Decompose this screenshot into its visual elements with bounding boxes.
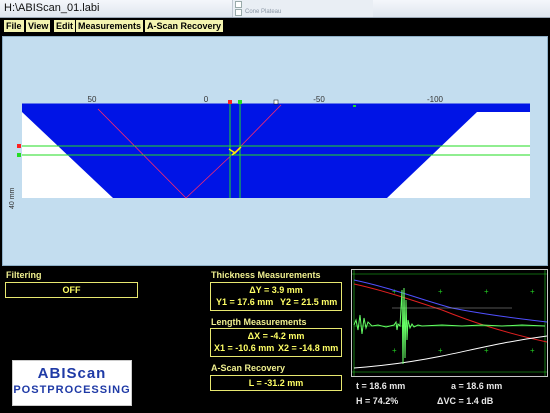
menu-file[interactable]: File (4, 20, 24, 32)
filtering-box[interactable]: OFF (5, 282, 138, 298)
dvc-value: ΔVC = 1.4 dB (437, 396, 494, 406)
background-window[interactable]: Cone Plateau (232, 0, 373, 17)
y1-value: Y1 = 17.6 mm (216, 297, 274, 307)
probe-marker-icon[interactable] (273, 99, 279, 105)
svg-text:+: + (530, 287, 535, 296)
x-tick-label: -50 (313, 95, 325, 104)
a-value: a = 18.6 mm (451, 381, 503, 391)
menu-ascan-recovery[interactable]: A-Scan Recovery (145, 20, 224, 32)
ascan-canvas[interactable]: + + + + + + + + (352, 270, 548, 376)
x1-value: X1 = -10.6 mm (214, 343, 275, 353)
x2-value: X2 = -14.8 mm (278, 343, 339, 353)
y2-value: Y2 = 21.5 mm (280, 297, 338, 307)
depth-label: 40 mm (9, 187, 16, 209)
y1-marker-icon[interactable] (17, 144, 21, 148)
menu-bar: File View Edit Measurements A-Scan Recov… (0, 18, 550, 35)
grid-crosses: + + + + + + + + (392, 287, 535, 355)
x-tick-label: -100 (427, 95, 444, 104)
background-row: Cone Plateau (245, 9, 282, 15)
thickness-title: Thickness Measurements (211, 270, 321, 280)
delta-y-value: ΔY = 3.9 mm (249, 285, 303, 295)
white-curve (353, 335, 548, 369)
abiscan-logo: ABIScan POSTPROCESSING (12, 360, 132, 406)
t-value: t = 18.6 mm (356, 381, 406, 391)
menu-edit[interactable]: Edit (54, 20, 75, 32)
length-box: ΔX = -4.2 mm X1 = -10.6 mm X2 = -14.8 mm (210, 328, 342, 357)
ascan-recovery-value: L = -31.2 mm (248, 378, 304, 388)
x-tick-label: 0 (204, 95, 209, 104)
bscan-canvas[interactable]: 50 0 -50 -100 40 mm (3, 37, 547, 265)
svg-text:+: + (484, 287, 489, 296)
x1-marker-icon[interactable] (228, 100, 232, 104)
menu-measurements[interactable]: Measurements (76, 20, 144, 32)
red-curve (353, 283, 548, 343)
ascan-recovery-title: A-Scan Recovery (211, 363, 286, 373)
h-value: H = 74.2% (356, 396, 399, 406)
logo-subtitle: POSTPROCESSING (13, 384, 131, 396)
svg-text:+: + (392, 346, 397, 355)
delta-x-value: ΔX = -4.2 mm (247, 331, 305, 341)
thickness-box: ΔY = 3.9 mm Y1 = 17.6 mm Y2 = 21.5 mm (210, 282, 342, 311)
svg-text:+: + (530, 346, 535, 355)
bottom-panel: Filtering OFF ABIScan POSTPROCESSING Thi… (0, 266, 550, 413)
filtering-title: Filtering (6, 270, 42, 280)
logo-title: ABIScan (37, 365, 107, 382)
x2-marker-icon[interactable] (238, 100, 242, 104)
blue-curve (353, 279, 548, 323)
menu-view[interactable]: View (26, 20, 51, 32)
ascan-recovery-box: L = -31.2 mm (210, 375, 342, 391)
y2-marker-icon[interactable] (17, 153, 21, 157)
tree-expander-icon (235, 9, 242, 16)
ascan-display[interactable]: + + + + + + + + (351, 269, 548, 377)
svg-text:+: + (438, 346, 443, 355)
svg-text:+: + (438, 287, 443, 296)
filtering-value: OFF (62, 285, 81, 295)
tree-expander-icon (235, 1, 242, 8)
window-title: H:\ABIScan_01.labi (4, 2, 100, 14)
length-title: Length Measurements (211, 317, 307, 327)
small-marker-icon (353, 105, 356, 107)
bscan-view[interactable]: 50 0 -50 -100 40 mm (2, 36, 548, 266)
x-tick-label: 50 (88, 95, 97, 104)
ascan-grid (352, 270, 547, 376)
